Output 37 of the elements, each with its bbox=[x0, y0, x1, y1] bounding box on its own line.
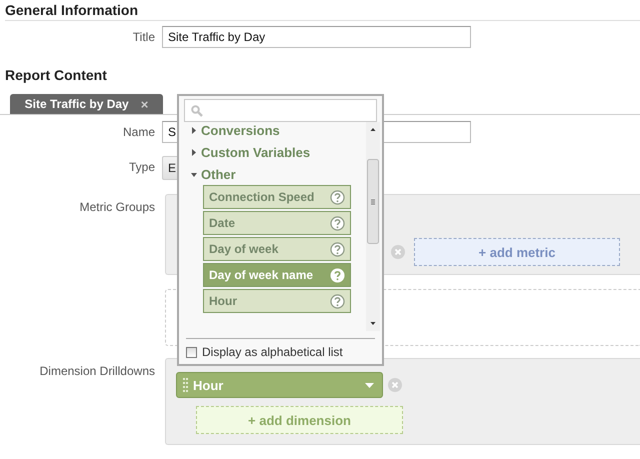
add-metric-button[interactable]: + add metric bbox=[414, 238, 620, 266]
add-dimension-button[interactable]: + add dimension bbox=[196, 406, 403, 434]
help-icon[interactable] bbox=[330, 216, 345, 230]
help-icon[interactable] bbox=[330, 190, 345, 204]
dimension-option[interactable]: Connection Speed bbox=[203, 185, 351, 209]
section-heading: Report Content bbox=[4, 66, 108, 85]
caret-right-icon bbox=[191, 126, 197, 134]
report-tab[interactable]: Site Traffic by Day × bbox=[10, 94, 163, 114]
section-heading: General Information bbox=[4, 1, 140, 20]
help-icon[interactable] bbox=[330, 268, 345, 282]
field-label: Title bbox=[132, 29, 155, 44]
drag-handle-icon[interactable] bbox=[183, 378, 188, 392]
caret-right-icon bbox=[191, 148, 197, 156]
field-label: Name bbox=[122, 124, 155, 139]
checkbox-label: Display as alphabetical list bbox=[202, 345, 343, 359]
dimension-option[interactable]: Date bbox=[203, 211, 351, 235]
caret-icon[interactable] bbox=[365, 382, 374, 388]
caret-down-icon bbox=[191, 170, 197, 178]
help-icon[interactable] bbox=[330, 242, 345, 256]
field-label: Type bbox=[128, 159, 155, 174]
search-field[interactable] bbox=[184, 99, 377, 122]
search-icon bbox=[191, 104, 203, 116]
category-toggle[interactable]: Conversions bbox=[191, 122, 382, 141]
remove-icon[interactable] bbox=[388, 378, 402, 392]
close-icon[interactable]: × bbox=[140, 96, 148, 112]
dimension-option[interactable]: Day of week name bbox=[203, 263, 351, 287]
remove-icon[interactable] bbox=[391, 245, 405, 259]
dimension-option[interactable]: Hour bbox=[203, 289, 351, 313]
category-toggle[interactable]: Other bbox=[191, 163, 382, 185]
category-toggle[interactable]: Custom Variables bbox=[191, 141, 382, 163]
text-field[interactable]: Site Traffic by Day bbox=[162, 26, 471, 48]
alphabetical-checkbox[interactable] bbox=[186, 346, 197, 358]
field-label: Metric Groups bbox=[78, 199, 155, 214]
field-label: Dimension Drilldowns bbox=[38, 363, 155, 378]
dimension-option[interactable]: Day of week bbox=[203, 237, 351, 261]
help-icon[interactable] bbox=[330, 294, 345, 308]
dimension-chip[interactable]: Hour bbox=[176, 372, 383, 398]
